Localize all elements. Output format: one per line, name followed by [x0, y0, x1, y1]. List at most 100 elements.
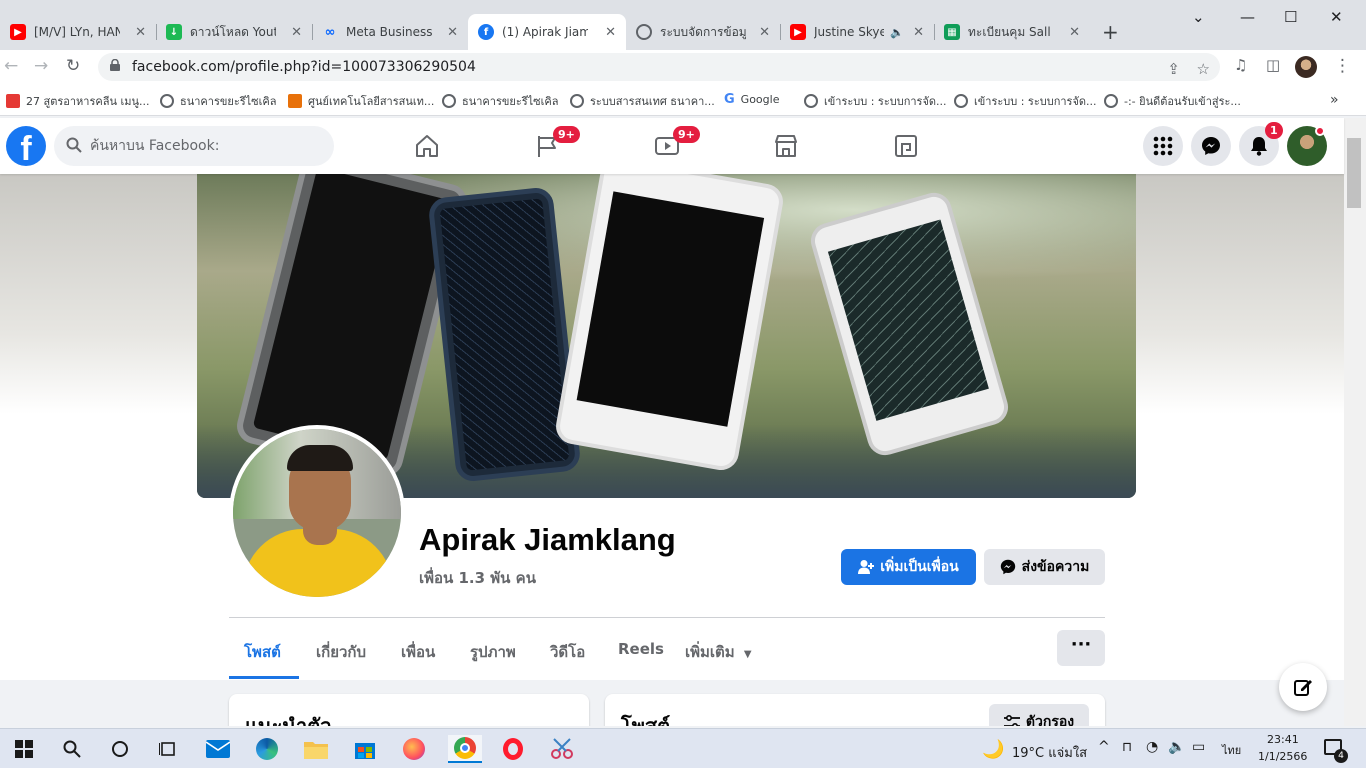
- gaming-icon[interactable]: [892, 132, 920, 160]
- forward-button[interactable]: →: [34, 56, 48, 76]
- messenger-button[interactable]: [1191, 126, 1231, 166]
- mail-app[interactable]: [204, 735, 232, 763]
- url-text: facebook.com/profile.php?id=100073306290…: [132, 59, 476, 75]
- filter-button[interactable]: ตัวกรอง: [989, 704, 1089, 726]
- browser-tab[interactable]: ∞ Meta Business Suite ✕: [312, 14, 468, 50]
- menu-grid-button[interactable]: [1143, 126, 1183, 166]
- browser-tab-active[interactable]: f (1) Apirak Jiamklang ✕: [468, 14, 626, 50]
- tab-reels[interactable]: Reels: [618, 640, 664, 658]
- tab-more[interactable]: เพิ่มเติม ▼: [685, 640, 752, 664]
- tab-videos[interactable]: วิดีโอ: [550, 640, 585, 664]
- back-button[interactable]: ←: [4, 56, 18, 76]
- bookmark-item[interactable]: ศูนย์เทคโนโลยีสารสนเท...: [288, 92, 434, 110]
- file-explorer-app[interactable]: [302, 735, 330, 763]
- share-icon[interactable]: ⇪: [1167, 60, 1180, 78]
- input-language[interactable]: ไทย: [1222, 741, 1241, 759]
- globe-icon: [804, 94, 818, 108]
- close-tab-icon[interactable]: ✕: [755, 25, 770, 40]
- battery-icon[interactable]: ▭: [1192, 739, 1205, 755]
- mail-icon: [206, 740, 230, 758]
- bookmark-star-icon[interactable]: ☆: [1197, 60, 1210, 78]
- browser-tab[interactable]: ระบบจัดการข้อมูล บ ✕: [626, 14, 780, 50]
- browser-tab[interactable]: ↓ ดาวน์โหลด Youtube ✕: [156, 14, 312, 50]
- side-panel-icon[interactable]: ◫: [1266, 56, 1280, 74]
- friend-count[interactable]: เพื่อน 1.3 พัน คน: [419, 566, 536, 590]
- media-control-icon[interactable]: ♫: [1234, 56, 1247, 74]
- onedrive-icon[interactable]: ⊓: [1122, 740, 1132, 755]
- clock-time[interactable]: 23:41: [1267, 733, 1299, 746]
- profile-more-button[interactable]: ···: [1057, 630, 1105, 666]
- folder-icon: [304, 742, 328, 759]
- show-hidden-icons-icon[interactable]: ^: [1098, 739, 1110, 755]
- close-tab-icon[interactable]: ✕: [443, 25, 458, 40]
- page-scrollbar[interactable]: [1344, 118, 1366, 726]
- bookmark-item[interactable]: ธนาคารขยะรีไซเคิล: [160, 92, 277, 110]
- profile-avatar[interactable]: [1295, 56, 1317, 78]
- firefox-icon: [403, 738, 425, 760]
- facebook-logo[interactable]: f: [6, 126, 46, 166]
- bookmark-label: ธนาคารขยะรีไซเคิล: [462, 95, 559, 108]
- tab-about[interactable]: เกี่ยวกับ: [316, 640, 366, 664]
- snipping-tool-app[interactable]: [548, 735, 576, 763]
- cortana-icon: [112, 741, 128, 757]
- close-tab-icon[interactable]: ✕: [601, 25, 616, 40]
- bookmark-item[interactable]: -:- ยินดีต้อนรับเข้าสู่ระ...: [1104, 92, 1241, 110]
- scrollbar-thumb[interactable]: [1347, 138, 1361, 208]
- wifi-icon[interactable]: ◔: [1146, 739, 1158, 755]
- weather-text[interactable]: 19°C แจ่มใส: [1012, 742, 1087, 763]
- browser-tab[interactable]: ▦ ทะเบียนคุม Sall ระบบ ✕: [934, 14, 1090, 50]
- home-icon[interactable]: [413, 132, 441, 160]
- reload-button[interactable]: ↻: [66, 56, 80, 76]
- profile-picture[interactable]: [229, 425, 405, 601]
- facebook-header: f ค้นหาบน Facebook: 9+ 9+ 1: [0, 118, 1344, 174]
- add-friend-button[interactable]: เพิ่มเป็นเพื่อน: [841, 549, 976, 585]
- edge-app[interactable]: [253, 735, 281, 763]
- opera-app[interactable]: [499, 735, 527, 763]
- new-tab-button[interactable]: +: [1102, 20, 1119, 44]
- tab-friends[interactable]: เพื่อน: [401, 640, 435, 664]
- bookmarks-overflow-button[interactable]: »: [1330, 92, 1339, 108]
- task-view-button[interactable]: [154, 735, 182, 763]
- close-tab-icon[interactable]: ✕: [131, 25, 146, 40]
- search-input[interactable]: ค้นหาบน Facebook:: [54, 126, 334, 166]
- bookmark-label: 27 สูตรอาหารคลีน เมนู...: [26, 95, 150, 108]
- volume-icon[interactable]: 🔈: [1168, 739, 1185, 755]
- close-window-button[interactable]: ✕: [1330, 8, 1343, 26]
- pages-badge: 9+: [553, 126, 580, 143]
- new-message-button[interactable]: [1279, 663, 1327, 711]
- browser-tab[interactable]: ▶ Justine Skye 🔈 ✕: [780, 14, 934, 50]
- minimize-button[interactable]: —: [1240, 8, 1255, 26]
- send-message-label: ส่งข้อความ: [1021, 559, 1090, 575]
- store-app[interactable]: [351, 735, 379, 763]
- bookmark-item[interactable]: 27 สูตรอาหารคลีน เมนู...: [6, 92, 150, 110]
- close-tab-icon[interactable]: ✕: [1065, 25, 1080, 40]
- tab-posts[interactable]: โพสต์: [244, 640, 281, 664]
- bookmark-item[interactable]: ธนาคารขยะรีไซเคิล: [442, 92, 559, 110]
- search-button[interactable]: [58, 735, 86, 763]
- chrome-app[interactable]: [448, 735, 482, 763]
- tab-title: Meta Business Suite: [346, 25, 432, 39]
- marketplace-icon[interactable]: [772, 132, 800, 160]
- globe-icon: [570, 94, 584, 108]
- close-tab-icon[interactable]: ✕: [287, 25, 302, 40]
- add-friend-label: เพิ่มเป็นเพื่อน: [880, 559, 959, 575]
- bookmark-item[interactable]: G Google: [724, 92, 779, 107]
- bookmark-item[interactable]: ระบบสารสนเทศ ธนาคา...: [570, 92, 715, 110]
- close-tab-icon[interactable]: ✕: [909, 25, 924, 40]
- send-message-button[interactable]: ส่งข้อความ: [984, 549, 1105, 585]
- start-button[interactable]: [10, 735, 38, 763]
- address-bar[interactable]: facebook.com/profile.php?id=100073306290…: [98, 53, 1220, 81]
- tab-photos[interactable]: รูปภาพ: [470, 640, 516, 664]
- intro-card: แนะนำตัว: [229, 694, 589, 726]
- speaker-icon[interactable]: 🔈: [890, 26, 904, 39]
- bookmark-item[interactable]: เข้าระบบ : ระบบการจัด...: [804, 92, 947, 110]
- cortana-button[interactable]: [106, 735, 134, 763]
- browser-tab[interactable]: ▶ [M/V] LYn, HANHAE ✕: [0, 14, 156, 50]
- maximize-button[interactable]: ☐: [1284, 8, 1297, 26]
- menu-icon[interactable]: ⋮: [1334, 56, 1351, 76]
- tab-search-icon[interactable]: ⌄: [1192, 8, 1205, 26]
- bookmark-item[interactable]: เข้าระบบ : ระบบการจัด...: [954, 92, 1097, 110]
- clock-date[interactable]: 1/1/2566: [1258, 750, 1307, 763]
- firefox-app[interactable]: [400, 735, 428, 763]
- posts-card: โพสต์ ตัวกรอง: [605, 694, 1105, 726]
